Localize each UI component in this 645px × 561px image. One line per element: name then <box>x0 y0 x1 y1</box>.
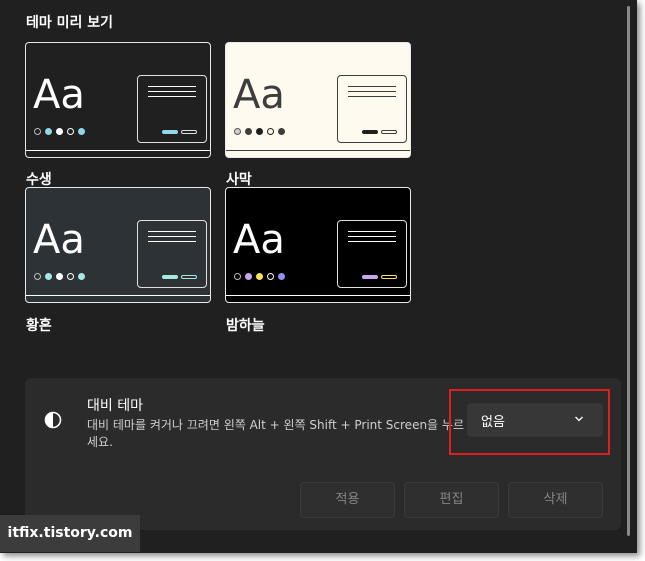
contrast-theme-dropdown[interactable]: 없음 <box>467 403 603 437</box>
theme-preview-desert[interactable]: Aa <box>225 42 411 158</box>
theme-preview-aquatic[interactable]: Aa <box>25 42 211 158</box>
contrast-icon <box>44 411 62 429</box>
watermark: itfix.tistory.com <box>0 515 140 552</box>
color-swatches <box>34 273 85 280</box>
theme-sample-text: Aa <box>33 217 85 263</box>
theme-sample-text: Aa <box>33 72 85 118</box>
theme-sample-text: Aa <box>233 72 285 118</box>
mini-window-preview <box>137 220 207 288</box>
contrast-theme-description: 대비 테마를 켜거나 끄려면 왼쪽 Alt + 왼쪽 Shift + Print… <box>87 418 464 449</box>
color-swatches <box>34 128 85 135</box>
theme-sample-text: Aa <box>233 217 285 263</box>
theme-preview-dusk[interactable]: Aa <box>25 187 211 303</box>
theme-label-night-sky: 밤하늘 <box>226 318 265 334</box>
mini-window-preview <box>137 75 207 143</box>
dropdown-value: 없음 <box>481 415 505 430</box>
section-title: 테마 미리 보기 <box>26 15 114 31</box>
color-swatches <box>234 273 285 280</box>
apply-button[interactable]: 적용 <box>300 482 395 518</box>
theme-label-desert: 사막 <box>226 172 252 188</box>
chevron-down-icon <box>575 416 583 422</box>
mini-window-preview <box>337 220 407 288</box>
mini-window-preview <box>337 75 407 143</box>
delete-button[interactable]: 삭제 <box>508 482 603 518</box>
contrast-theme-title: 대비 테마 <box>87 398 143 414</box>
theme-preview-night-sky[interactable]: Aa <box>225 187 411 303</box>
scrollbar[interactable] <box>627 6 630 536</box>
edit-button[interactable]: 편집 <box>404 482 499 518</box>
theme-label-aquatic: 수생 <box>26 172 52 188</box>
settings-window: 테마 미리 보기 Aa 수생 Aa 사막 Aa 황혼 Aa 밤하늘 대비 테마 … <box>0 0 637 553</box>
color-swatches <box>234 128 285 135</box>
theme-label-dusk: 황혼 <box>26 318 52 334</box>
